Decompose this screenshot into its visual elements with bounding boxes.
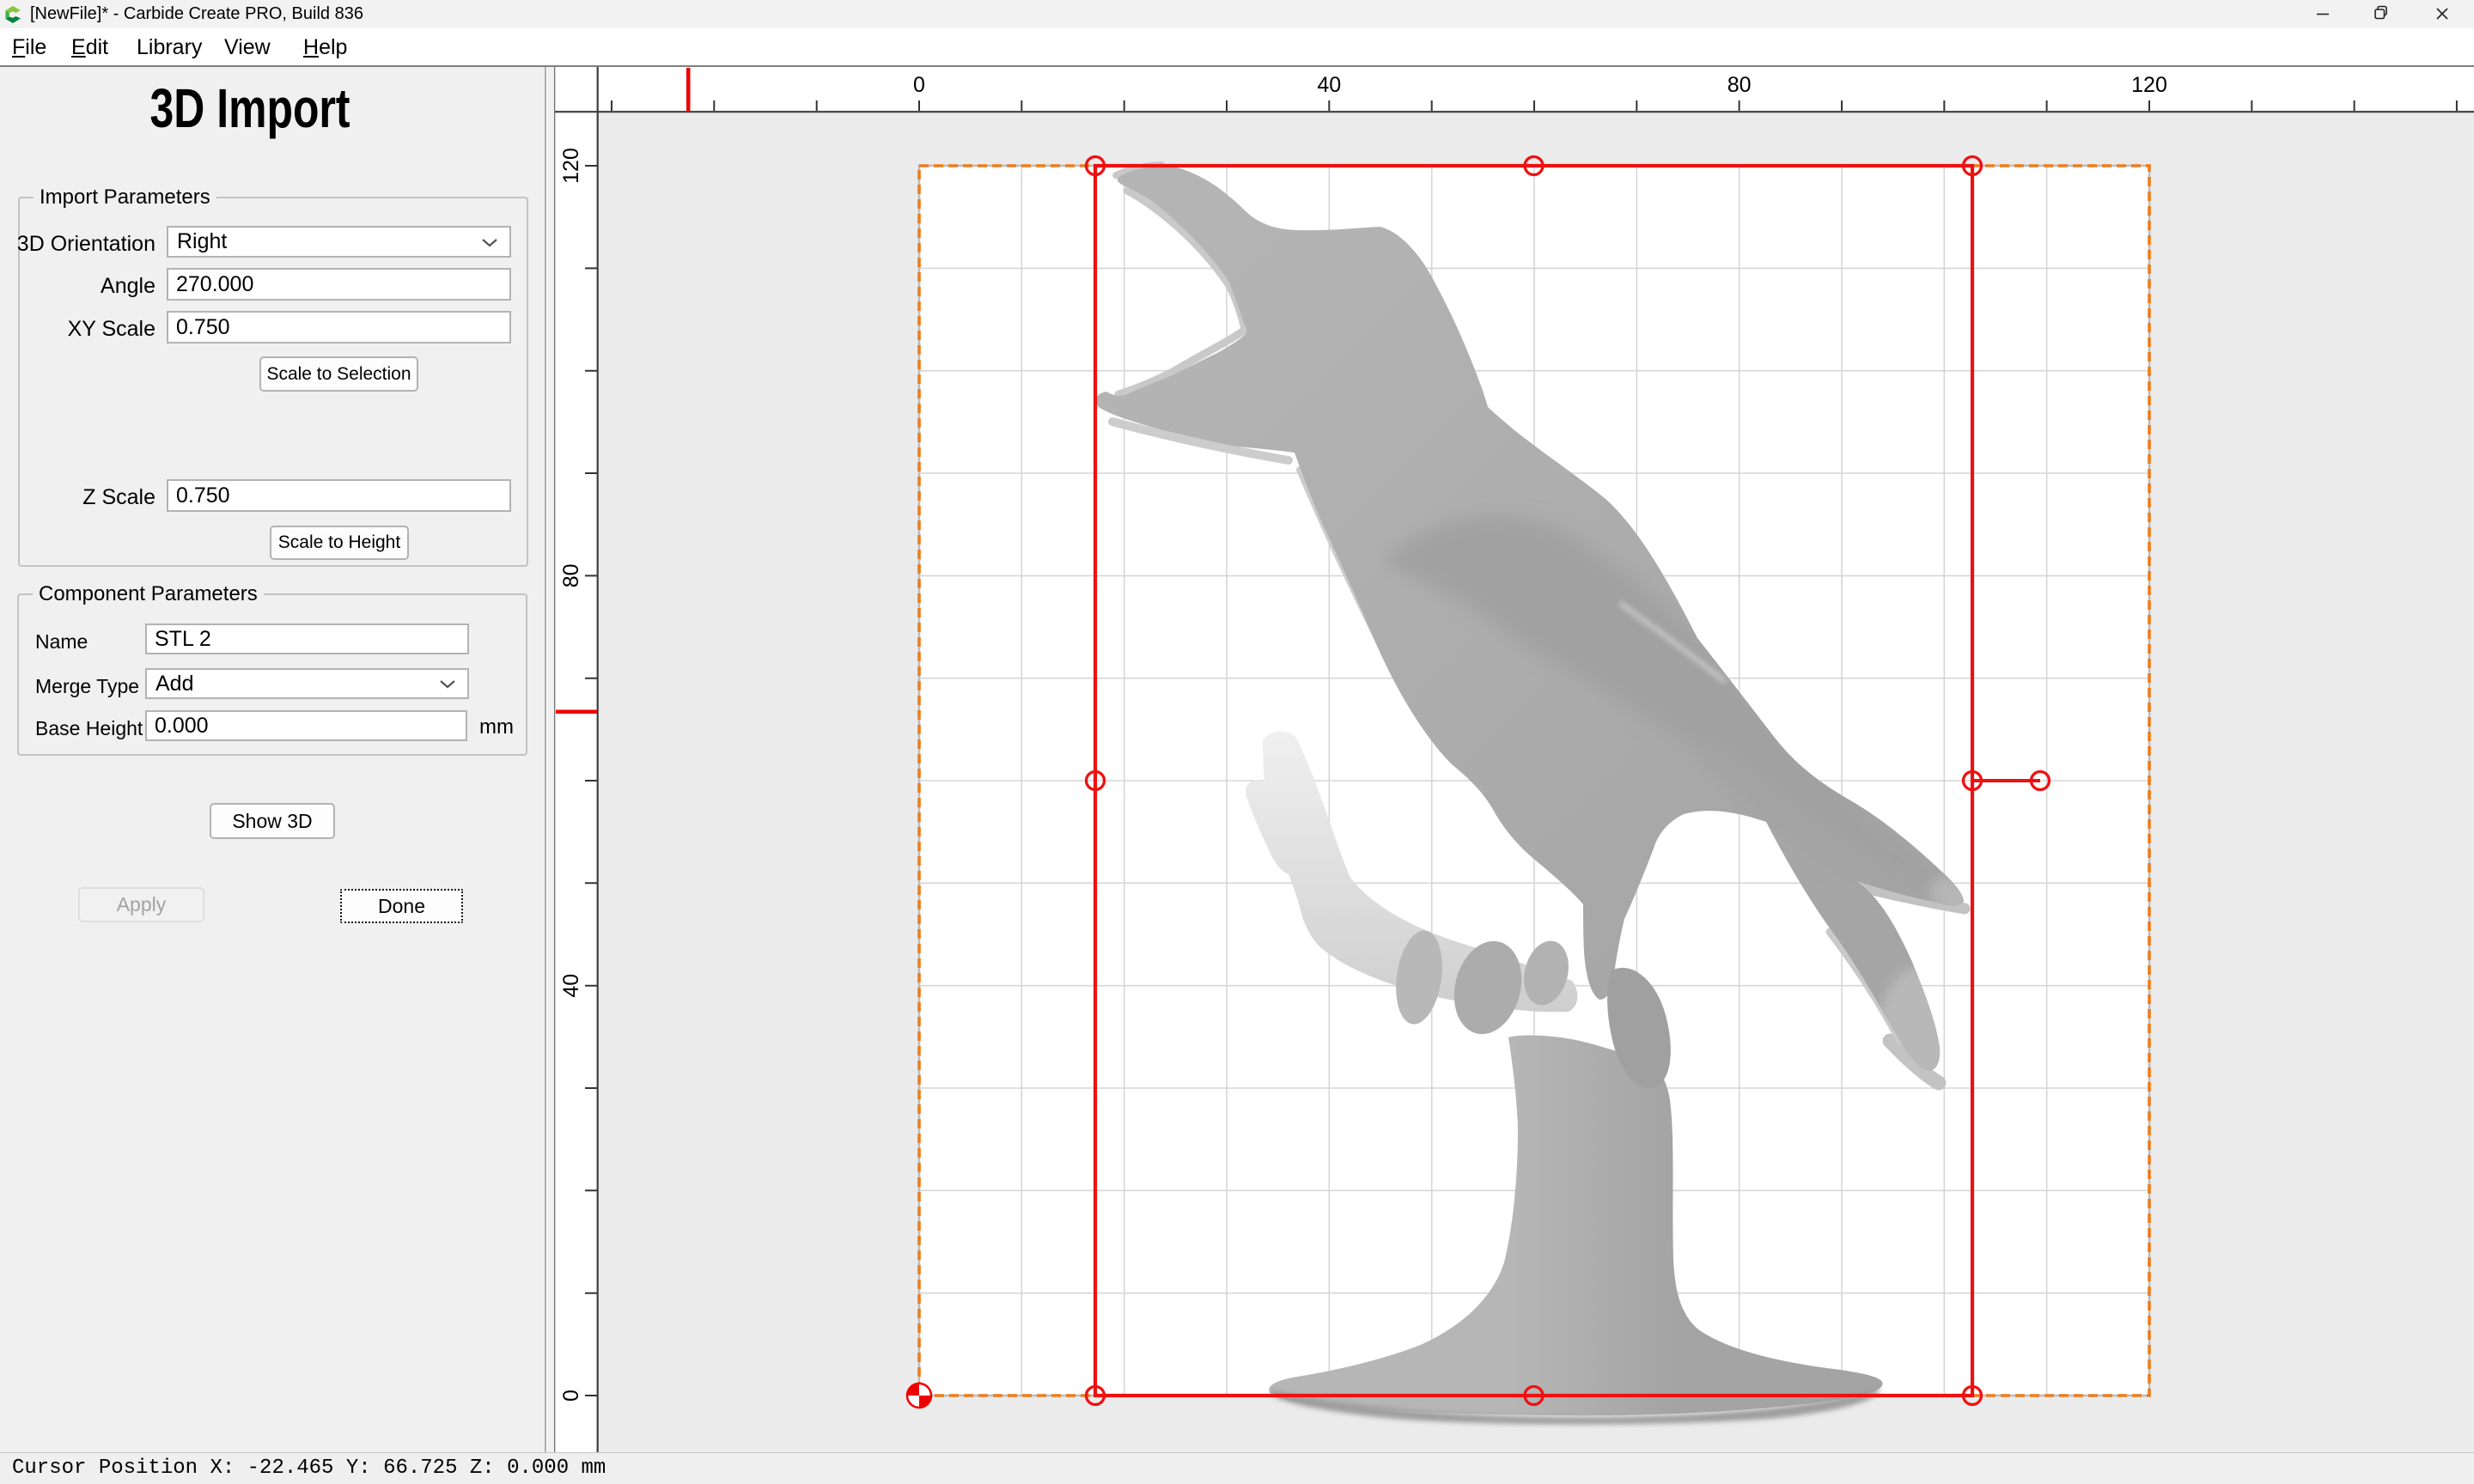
svg-text:0: 0	[559, 1390, 583, 1402]
svg-text:80: 80	[1728, 73, 1752, 97]
svg-text:0: 0	[913, 73, 925, 97]
svg-text:40: 40	[1317, 73, 1341, 97]
svg-text:80: 80	[559, 563, 583, 587]
svg-text:120: 120	[2131, 73, 2167, 97]
svg-text:120: 120	[559, 148, 583, 184]
svg-text:40: 40	[559, 974, 583, 998]
